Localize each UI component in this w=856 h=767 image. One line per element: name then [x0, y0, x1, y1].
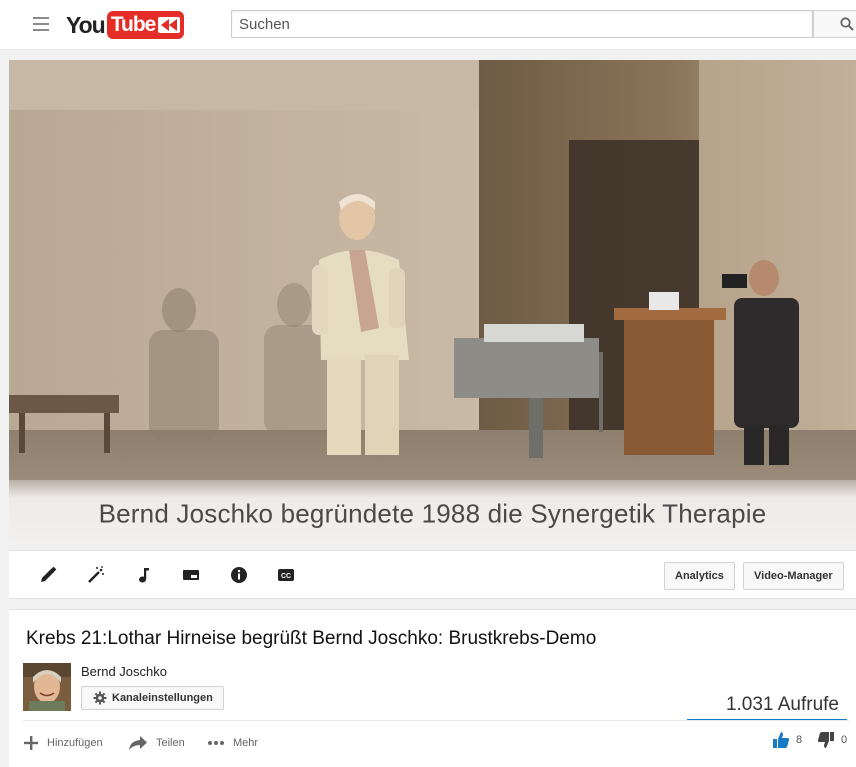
- add-to-label: Hinzufügen: [47, 737, 103, 749]
- magic-wand-icon[interactable]: [86, 565, 106, 585]
- channel-settings-label: Kanaleinstellungen: [112, 692, 213, 704]
- video-info-card: Krebs 21:Lothar Hirneise begrüßt Bernd J…: [9, 609, 856, 767]
- thumbs-up-icon: [773, 732, 790, 748]
- divider: [23, 720, 849, 721]
- like-button[interactable]: 8: [772, 731, 802, 749]
- pencil-icon[interactable]: [38, 565, 58, 585]
- avatar[interactable]: [23, 663, 71, 711]
- closed-captions-icon[interactable]: CC: [276, 565, 296, 585]
- search-button[interactable]: [813, 10, 856, 38]
- dislike-count: 0: [841, 734, 848, 746]
- analytics-button[interactable]: Analytics: [664, 562, 735, 590]
- more-actions-button[interactable]: Mehr: [207, 733, 258, 753]
- search-box: [231, 10, 813, 38]
- thumbs-down-icon: [817, 732, 834, 748]
- share-arrow-icon: [129, 736, 147, 750]
- info-icon[interactable]: [229, 565, 249, 585]
- share-label: Teilen: [156, 737, 185, 749]
- hamburger-menu-icon[interactable]: [33, 16, 49, 32]
- logo-text-tube: Tube: [106, 11, 185, 39]
- like-count: 8: [796, 734, 803, 746]
- more-dots-icon: [208, 741, 224, 745]
- creator-toolbar: CC Analytics Video-Manager: [9, 550, 856, 599]
- video-frame: [9, 60, 856, 540]
- logo-text-you: You: [66, 11, 106, 38]
- plus-icon: [24, 736, 38, 750]
- view-count: 1.031 Aufrufe: [725, 694, 839, 715]
- video-caption: Bernd Joschko begründete 1988 die Synerg…: [98, 498, 767, 529]
- video-title: Krebs 21:Lothar Hirneise begrüßt Bernd J…: [26, 628, 597, 649]
- svg-text:CC: CC: [281, 573, 291, 580]
- video-player[interactable]: Bernd Joschko begründete 1988 die Synerg…: [9, 60, 856, 540]
- video-manager-button[interactable]: Video-Manager: [743, 562, 844, 590]
- gear-icon: [93, 691, 107, 705]
- music-note-icon[interactable]: [134, 565, 154, 585]
- search-icon: [840, 17, 854, 31]
- masthead: You Tube: [0, 0, 856, 50]
- more-label: Mehr: [233, 737, 259, 749]
- rewind-icon: [158, 17, 181, 33]
- channel-owner-name[interactable]: Bernd Joschko: [81, 664, 167, 679]
- search-input[interactable]: [232, 11, 812, 37]
- dislike-button[interactable]: 0: [817, 731, 847, 749]
- share-button[interactable]: Teilen: [128, 733, 185, 753]
- youtube-logo[interactable]: You Tube: [66, 10, 185, 40]
- add-to-button[interactable]: Hinzufügen: [23, 733, 103, 753]
- annotations-icon[interactable]: [181, 565, 201, 585]
- channel-settings-button[interactable]: Kanaleinstellungen: [81, 686, 224, 710]
